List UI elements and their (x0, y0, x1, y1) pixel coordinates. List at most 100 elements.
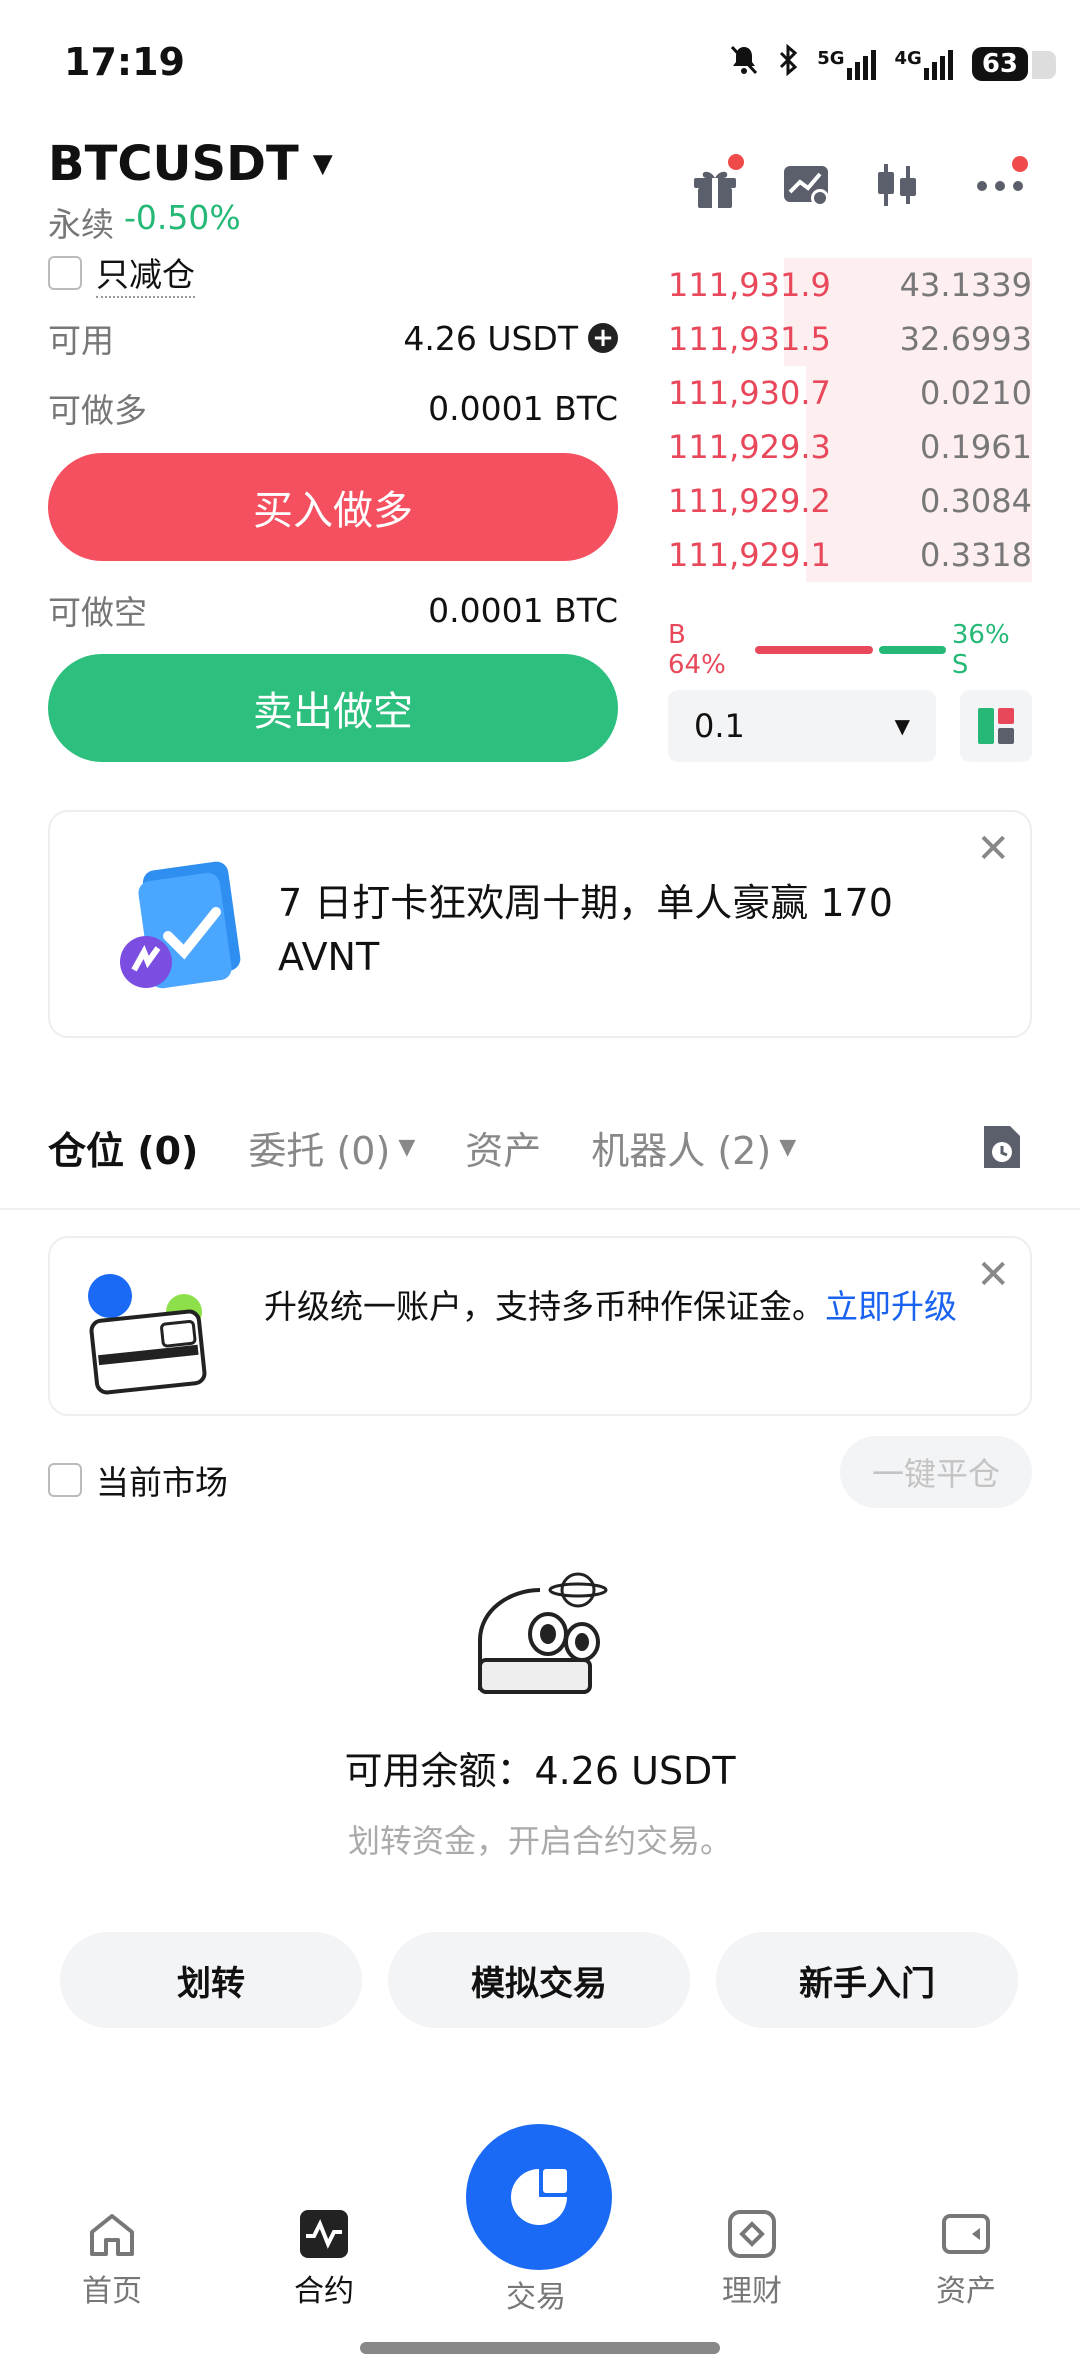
upgrade-now-link[interactable]: 立即升级 (825, 1287, 957, 1326)
nav-assets-label: 资产 (936, 2274, 996, 2309)
current-market-label: 当前市场 (96, 1463, 228, 1502)
binoculars-icon (470, 1560, 620, 1700)
transfer-button[interactable]: 划转 (60, 1932, 362, 2028)
long-capacity-value: 0.0001 BTC (428, 388, 618, 428)
candlestick-icon[interactable] (872, 160, 922, 210)
upgrade-message: 升级统一账户，支持多币种作保证金。 (264, 1287, 825, 1326)
buy-sell-ratio: B 64% 36% S (668, 620, 1032, 680)
caret-down-icon: ▼ (894, 714, 910, 738)
orderbook-ask-row[interactable]: 111,930.7 0.0210 (668, 366, 1032, 420)
nav-futures-label: 合约 (294, 2274, 354, 2309)
orderbook-ask-row[interactable]: 111,931.9 43.1339 (668, 258, 1032, 312)
nav-home[interactable]: 首页 (42, 2208, 182, 2310)
orderbook-ask-row[interactable]: 111,929.3 0.1961 (668, 420, 1032, 474)
status-icons: 5G 4G 63 (729, 43, 1057, 84)
caret-down-icon: ▼ (312, 149, 333, 179)
depth-step-select[interactable]: 0.1 ▼ (668, 690, 936, 762)
home-icon (90, 2214, 134, 2256)
nav-earn-label: 理财 (722, 2274, 782, 2309)
buy-ratio-label: B 64% (668, 620, 726, 680)
tabs-divider (0, 1208, 1080, 1210)
reduce-only-label: 只减仓 (96, 248, 195, 298)
promo-banner[interactable]: 7 日打卡狂欢周十期，单人豪赢 170 AVNT ✕ (48, 810, 1032, 1038)
ask-quantity: 43.1339 (899, 266, 1032, 304)
contract-type: 永续 (48, 205, 114, 244)
earn-icon (728, 2210, 776, 2258)
demo-trading-button[interactable]: 模拟交易 (388, 1932, 690, 2028)
price-change: -0.50% (124, 198, 241, 237)
orderbook: 111,931.9 43.1339 111,931.5 32.6993 111,930.… (668, 258, 1032, 582)
signal-5g-icon: 5G (817, 48, 876, 80)
bluetooth-icon (777, 43, 799, 84)
available-balance: 可用余额：4.26 USDT (344, 1749, 736, 1793)
futures-icon (300, 2210, 348, 2258)
ask-quantity: 0.0210 (920, 374, 1032, 412)
caret-down-icon: ▼ (779, 1135, 797, 1160)
add-funds-icon[interactable]: + (588, 323, 618, 353)
nav-futures[interactable]: 合约 (254, 2208, 394, 2310)
long-capacity-row: 可做多 0.0001 BTC (48, 384, 618, 432)
caret-down-icon: ▼ (398, 1135, 416, 1160)
calendar-check-icon (108, 856, 248, 1010)
layout-icon (978, 708, 1014, 744)
wallet-icon (942, 2214, 990, 2254)
orderbook-ask-row[interactable]: 111,931.5 32.6993 (668, 312, 1032, 366)
depth-step-value: 0.1 (694, 707, 745, 745)
battery-indicator: 63 (971, 47, 1057, 81)
empty-hint: 划转资金，开启合约交易。 (347, 1822, 732, 1860)
sell-short-button[interactable]: 卖出做空 (48, 654, 618, 762)
nav-earn[interactable]: 理财 (682, 2208, 822, 2310)
tab-orders[interactable]: 委托 (0) ▼ (248, 1120, 415, 1175)
nav-trade-label: 交易 (506, 2280, 566, 2315)
signal-4g-icon: 4G (895, 48, 954, 80)
ask-price: 111,929.2 (668, 482, 831, 520)
ask-quantity: 0.3318 (920, 536, 1032, 574)
nav-trade[interactable]: 交易 (466, 2272, 606, 2316)
status-time: 17:19 (64, 40, 185, 84)
ask-price: 111,929.1 (668, 536, 831, 574)
more-icon[interactable] (976, 156, 1028, 210)
upgrade-text: 升级统一账户，支持多币种作保证金。立即升级 (264, 1284, 964, 1330)
orderbook-ask-row[interactable]: 111,929.1 0.3318 (668, 528, 1032, 582)
orderbook-ask-row[interactable]: 111,929.2 0.3084 (668, 474, 1032, 528)
buy-ratio-bar (755, 646, 874, 654)
reduce-only-checkbox[interactable] (48, 256, 82, 290)
ask-price: 111,930.7 (668, 374, 831, 412)
beginner-guide-button[interactable]: 新手入门 (716, 1932, 1018, 2028)
current-market-checkbox[interactable] (48, 1463, 82, 1497)
sell-ratio-label: 36% S (951, 620, 1010, 680)
history-icon[interactable] (980, 1122, 1024, 1172)
symbol-selector[interactable]: BTCUSDT ▼ (48, 136, 333, 192)
upgrade-banner[interactable]: 升级统一账户，支持多币种作保证金。立即升级 ✕ (48, 1236, 1032, 1416)
reduce-only-toggle[interactable]: 只减仓 (48, 248, 195, 298)
ask-price: 111,931.5 (668, 320, 831, 358)
tab-bots[interactable]: 机器人 (2) ▼ (591, 1120, 796, 1175)
tab-assets[interactable]: 资产 (465, 1120, 541, 1175)
close-all-button[interactable]: 一键平仓 (840, 1436, 1032, 1508)
ask-quantity: 32.6993 (899, 320, 1032, 358)
available-label: 可用 (48, 321, 114, 360)
symbol-subtitle: 永续 -0.50% (48, 198, 241, 246)
orderbook-layout-button[interactable] (960, 690, 1032, 762)
close-promo-icon[interactable]: ✕ (976, 826, 1010, 872)
wallet-icon (80, 1260, 220, 1400)
short-capacity-value: 0.0001 BTC (428, 590, 618, 630)
nav-home-label: 首页 (82, 2274, 142, 2309)
available-row: 可用 4.26 USDT + (48, 314, 618, 362)
nav-trade-button[interactable] (466, 2124, 612, 2270)
gift-icon[interactable] (690, 154, 744, 210)
chart-settings-icon[interactable] (782, 160, 832, 210)
ask-quantity: 0.1961 (920, 428, 1032, 466)
ask-price: 111,931.9 (668, 266, 831, 304)
current-market-toggle[interactable]: 当前市场 (48, 1456, 228, 1504)
nav-assets[interactable]: 资产 (896, 2208, 1036, 2310)
short-capacity-label: 可做空 (48, 593, 147, 632)
trade-icon (511, 2169, 567, 2225)
close-upgrade-icon[interactable]: ✕ (976, 1252, 1010, 1298)
position-tabs: 仓位 (0) 委托 (0) ▼ 资产 机器人 (2) ▼ (48, 1120, 796, 1175)
buy-long-button[interactable]: 买入做多 (48, 453, 618, 561)
ask-quantity: 0.3084 (920, 482, 1032, 520)
home-indicator (360, 2342, 720, 2354)
promo-text: 7 日打卡狂欢周十期，单人豪赢 170 AVNT (278, 881, 893, 979)
tab-positions[interactable]: 仓位 (0) (48, 1120, 198, 1175)
